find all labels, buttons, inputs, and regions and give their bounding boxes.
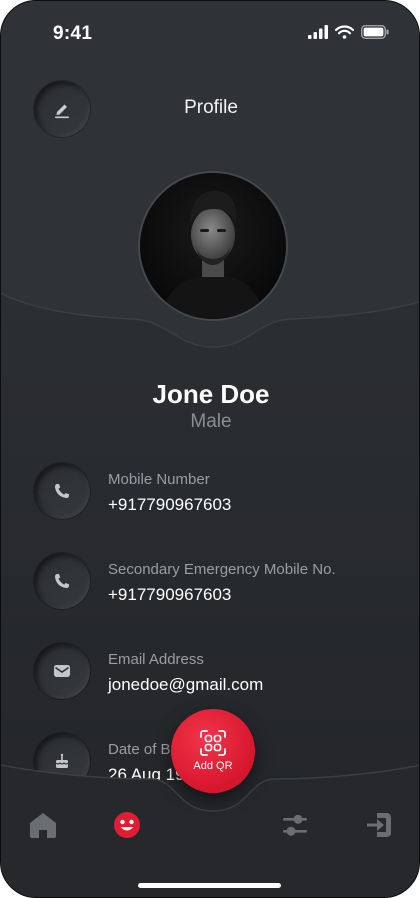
- status-icons: [308, 25, 389, 39]
- nav-logout[interactable]: [359, 805, 399, 845]
- smiley-profile-icon: [114, 812, 140, 838]
- secondary-mobile-value: +917790967603: [108, 585, 232, 604]
- add-qr-label: Add QR: [193, 760, 233, 772]
- mobile-number-label: Mobile Number: [108, 471, 210, 488]
- email-icon-button: [34, 643, 90, 699]
- profile-photo: [140, 173, 286, 319]
- profile-name: Jone Doe: [152, 379, 270, 409]
- page-title: Profile: [184, 97, 238, 118]
- nav-home[interactable]: [23, 805, 63, 845]
- nav-profile[interactable]: [107, 805, 147, 845]
- home-icon: [30, 813, 56, 838]
- mail-icon: [54, 665, 70, 677]
- add-qr-button[interactable]: Add QR: [171, 709, 255, 793]
- nav-settings[interactable]: [275, 805, 315, 845]
- profile-gender: Male: [190, 411, 232, 432]
- secondary-mobile-label: Secondary Emergency Mobile No.: [108, 561, 336, 578]
- dob-label: Date of B: [108, 741, 171, 758]
- qr-scan-icon: [200, 730, 226, 756]
- phone-screen: 9:41 Profile Jone Doe Male Mobile Number…: [0, 0, 420, 898]
- cellular-signal-icon: [308, 25, 328, 39]
- battery-icon: [361, 25, 389, 39]
- secondary-mobile-icon-button: [34, 553, 90, 609]
- wifi-icon: [335, 25, 354, 39]
- email-label: Email Address: [108, 651, 204, 668]
- phone-icon: [55, 484, 69, 498]
- home-indicator: [138, 883, 281, 888]
- status-time: 9:41: [53, 23, 93, 44]
- avatar: [138, 171, 288, 321]
- sliders-icon: [283, 814, 307, 836]
- email-value: jonedoe@gmail.com: [108, 675, 264, 694]
- phone-icon: [55, 574, 69, 588]
- logout-icon: [367, 813, 391, 837]
- status-bar: 9:41: [1, 1, 419, 61]
- mobile-number-icon-button: [34, 463, 90, 519]
- mobile-number-value: +917790967603: [108, 495, 232, 514]
